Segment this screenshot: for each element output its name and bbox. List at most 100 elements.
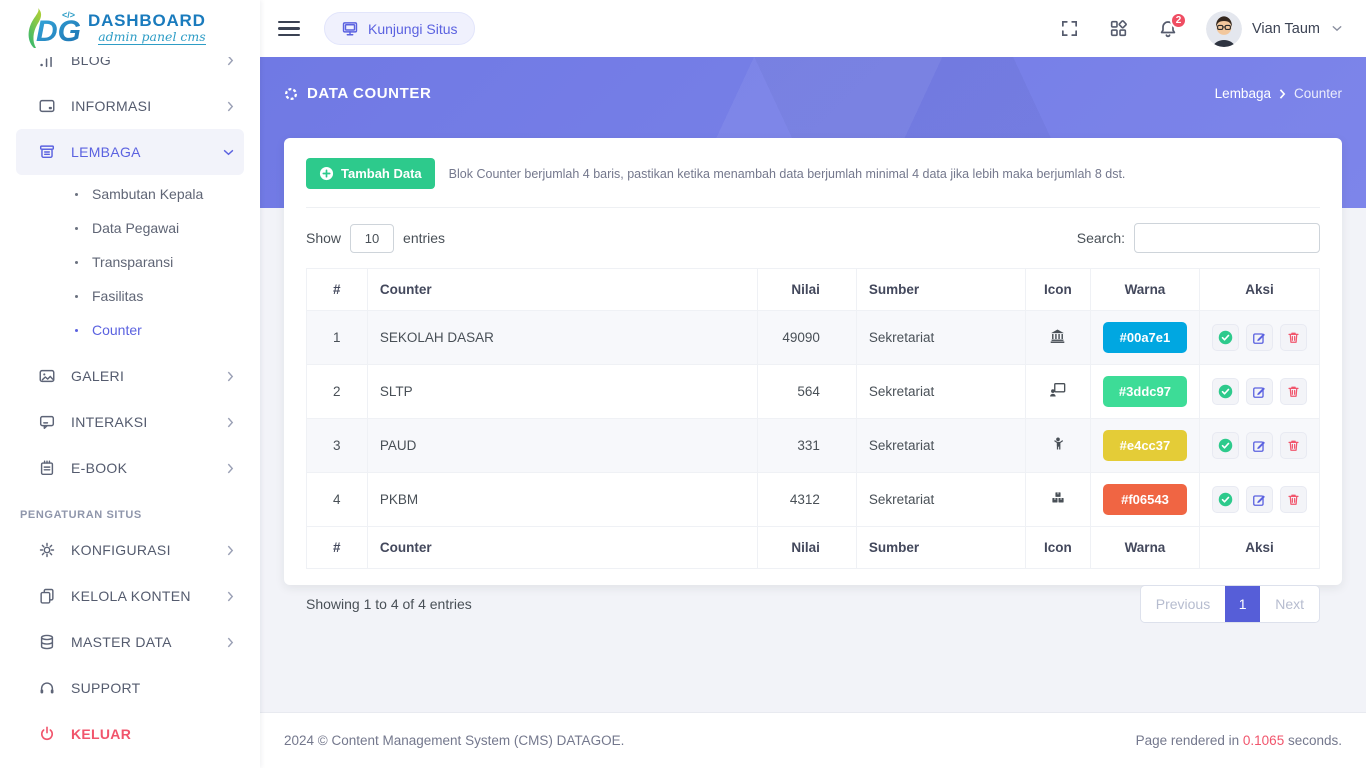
chat-icon [38, 413, 56, 431]
sidebar-item-label: INFORMASI [71, 98, 212, 114]
chevron-right-icon [227, 417, 234, 428]
table-row: 3 PAUD 331 Sekretariat #e4cc37 [307, 419, 1320, 473]
chevron-down-icon [223, 149, 234, 156]
wallet-icon [38, 97, 56, 115]
edit-button[interactable] [1246, 486, 1273, 513]
menu-toggle-icon[interactable] [278, 21, 300, 37]
edit-icon [1252, 331, 1266, 345]
database-icon [38, 633, 56, 651]
approve-button[interactable] [1212, 378, 1239, 405]
table-row: 4 PKBM 4312 Sekretariat #f06543 [307, 473, 1320, 527]
col-header-sumber[interactable]: Sumber [856, 269, 1025, 311]
sidebar-item-support[interactable]: SUPPORT [16, 665, 244, 711]
bullet-icon [75, 227, 78, 230]
breadcrumb-current: Counter [1294, 86, 1342, 101]
trash-icon [1287, 385, 1300, 398]
col-footer-aksi: Aksi [1199, 527, 1319, 569]
power-icon [38, 725, 56, 743]
fullscreen-icon[interactable] [1060, 19, 1079, 38]
topbar: Kunjungi Situs 2 [260, 0, 1366, 57]
render-time: 0.1065 [1243, 733, 1284, 748]
col-footer-no: # [307, 527, 368, 569]
breadcrumb-parent[interactable]: Lembaga [1215, 86, 1271, 101]
entries-label: entries [403, 230, 445, 246]
edit-button[interactable] [1246, 378, 1273, 405]
col-header-no[interactable]: # [307, 269, 368, 311]
bullet-icon [75, 261, 78, 264]
monitor-icon [341, 20, 359, 38]
chevron-right-icon [227, 463, 234, 474]
table-summary: Showing 1 to 4 of 4 entries [306, 596, 472, 612]
delete-button[interactable] [1280, 432, 1307, 459]
sidebar-item-galeri[interactable]: GALERI [16, 353, 244, 399]
chevron-right-icon [227, 371, 234, 382]
counter-value: 49090 [757, 311, 856, 365]
apps-grid-icon[interactable] [1109, 19, 1128, 38]
approve-button[interactable] [1212, 486, 1239, 513]
col-header-aksi[interactable]: Aksi [1199, 269, 1319, 311]
sidebar-item-master-data[interactable]: MASTER DATA [16, 619, 244, 665]
edit-button[interactable] [1246, 432, 1273, 459]
pagination-page-1[interactable]: 1 [1225, 586, 1260, 622]
sidebar-subitem-transparansi[interactable]: Transparansi [0, 245, 260, 279]
table-header-row: # Counter Nilai Sumber Icon Warna Aksi [307, 269, 1320, 311]
visit-site-button[interactable]: Kunjungi Situs [324, 12, 475, 45]
counter-table: # Counter Nilai Sumber Icon Warna Aksi 1… [306, 268, 1320, 569]
divider [306, 207, 1320, 208]
page-length-select[interactable] [350, 224, 394, 253]
submenu-label: Fasilitas [92, 288, 143, 304]
check-circle-icon [1218, 492, 1233, 507]
col-header-warna[interactable]: Warna [1090, 269, 1199, 311]
user-menu[interactable]: Vian Taum [1206, 11, 1342, 47]
sidebar-item-label: KELUAR [71, 726, 234, 742]
counter-name: SLTP [367, 365, 757, 419]
sidebar-item-informasi[interactable]: INFORMASI [16, 83, 244, 129]
approve-button[interactable] [1212, 324, 1239, 351]
sidebar-item-label: GALERI [71, 368, 212, 384]
show-label: Show [306, 230, 341, 246]
col-header-icon[interactable]: Icon [1025, 269, 1090, 311]
sidebar-item-kelola-konten[interactable]: KELOLA KONTEN [16, 573, 244, 619]
sidebar-item-label: MASTER DATA [71, 634, 212, 650]
sidebar-section-label: PENGATURAN SITUS [0, 505, 260, 525]
sidebar-subitem-data-pegawai[interactable]: Data Pegawai [0, 211, 260, 245]
edit-button[interactable] [1246, 324, 1273, 351]
delete-button[interactable] [1280, 378, 1307, 405]
brand-title: DASHBOARD [88, 12, 206, 29]
sidebar-subitem-counter[interactable]: Counter [0, 313, 260, 347]
page-title-icon [284, 87, 298, 101]
sidebar-subitem-sambutan-kepala[interactable]: Sambutan Kepala [0, 177, 260, 211]
col-header-nilai[interactable]: Nilai [757, 269, 856, 311]
col-footer-icon: Icon [1025, 527, 1090, 569]
brand-logo[interactable]: DG </> DASHBOARD admin panel cms [0, 0, 260, 57]
sidebar-item-konfigurasi[interactable]: KONFIGURASI [16, 527, 244, 573]
sidebar-item-ebook[interactable]: E-BOOK [16, 445, 244, 491]
approve-button[interactable] [1212, 432, 1239, 459]
notifications-bell-icon[interactable]: 2 [1158, 19, 1178, 39]
search-input[interactable] [1134, 223, 1320, 253]
sidebar-menu: BLOG INFORMASI [0, 37, 260, 757]
avatar [1206, 11, 1242, 47]
row-number: 4 [307, 473, 368, 527]
sidebar-item-lembaga[interactable]: LEMBAGA [16, 129, 244, 175]
sidebar-item-label: KONFIGURASI [71, 542, 212, 558]
sidebar-subitem-fasilitas[interactable]: Fasilitas [0, 279, 260, 313]
child-icon [1025, 419, 1090, 473]
counter-value: 4312 [757, 473, 856, 527]
landmark-icon [1025, 311, 1090, 365]
counter-name: SEKOLAH DASAR [367, 311, 757, 365]
sidebar-item-interaksi[interactable]: INTERAKSI [16, 399, 244, 445]
page-title: DATA COUNTER [307, 85, 431, 102]
add-data-button[interactable]: Tambah Data [306, 158, 435, 189]
delete-button[interactable] [1280, 324, 1307, 351]
delete-button[interactable] [1280, 486, 1307, 513]
col-footer-warna: Warna [1090, 527, 1199, 569]
pagination-previous[interactable]: Previous [1141, 586, 1225, 622]
counter-value: 331 [757, 419, 856, 473]
sidebar-item-keluar[interactable]: KELUAR [16, 711, 244, 757]
pagination-next[interactable]: Next [1260, 586, 1319, 622]
col-header-counter[interactable]: Counter [367, 269, 757, 311]
submenu-label: Data Pegawai [92, 220, 179, 236]
sidebar-submenu-lembaga: Sambutan Kepala Data Pegawai Transparans… [0, 175, 260, 353]
chevron-right-icon [227, 637, 234, 648]
